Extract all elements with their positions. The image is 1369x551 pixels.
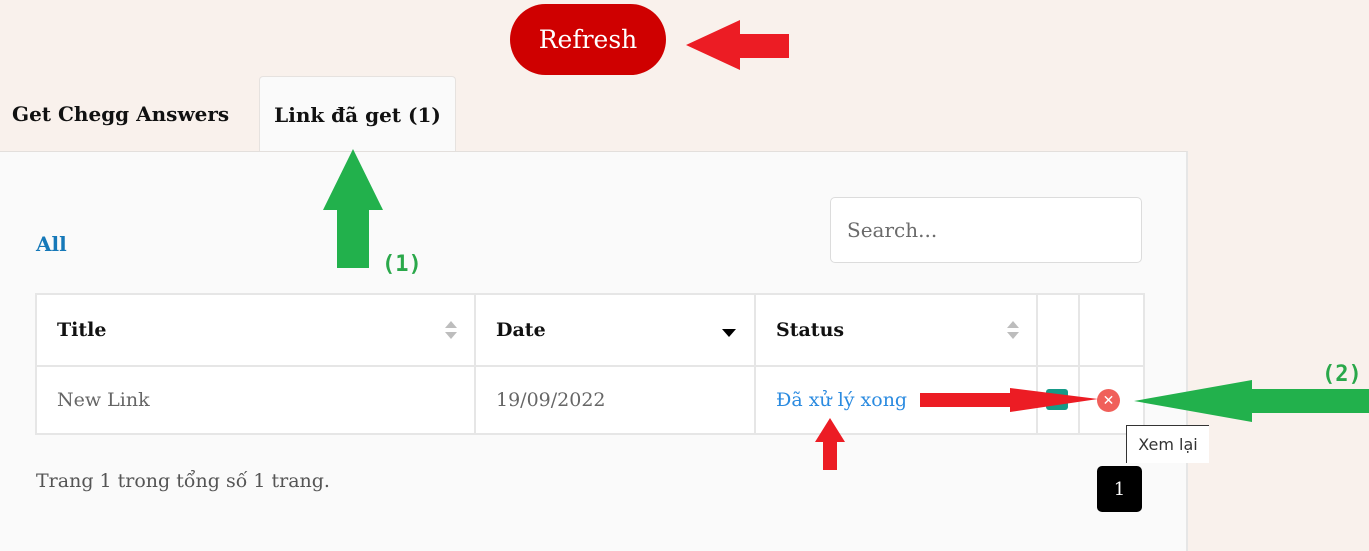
table-header-row: Title Date Status xyxy=(35,293,1145,367)
red-arrow-up-icon xyxy=(815,418,845,470)
column-header-date[interactable]: Date xyxy=(474,293,756,367)
red-arrow-left-icon xyxy=(686,20,789,70)
column-date-label: Date xyxy=(496,319,546,341)
cell-date: 19/09/2022 xyxy=(474,365,756,435)
green-arrow-up-icon xyxy=(323,149,383,268)
cell-title: New Link xyxy=(35,365,476,435)
page-button-1[interactable]: 1 xyxy=(1097,466,1142,512)
annotation-label-2: (2) xyxy=(1322,362,1362,387)
search-input[interactable] xyxy=(830,197,1142,263)
status-link[interactable]: Đã xử lý xong xyxy=(776,389,907,411)
column-header-status[interactable]: Status xyxy=(754,293,1038,367)
tooltip: Xem lại xyxy=(1126,425,1209,463)
sort-both-icon xyxy=(1007,321,1019,339)
column-status-label: Status xyxy=(776,319,845,341)
tab-get-chegg-answers[interactable]: Get Chegg Answers xyxy=(12,76,229,152)
delete-icon[interactable]: ✕ xyxy=(1097,389,1120,412)
column-header-action-2 xyxy=(1078,293,1145,367)
sort-both-icon xyxy=(445,321,457,339)
red-arrow-right-icon xyxy=(920,388,1098,412)
column-header-title[interactable]: Title xyxy=(35,293,476,367)
column-title-label: Title xyxy=(57,319,107,341)
annotation-label-1: (1) xyxy=(382,252,422,277)
tab-link-da-get[interactable]: Link đã get (1) xyxy=(259,76,456,153)
filter-all-link[interactable]: All xyxy=(36,232,67,256)
pagination-info: Trang 1 trong tổng số 1 trang. xyxy=(36,470,330,492)
refresh-button[interactable]: Refresh xyxy=(510,4,666,75)
column-header-action-1 xyxy=(1036,293,1080,367)
sort-desc-icon xyxy=(722,329,736,337)
